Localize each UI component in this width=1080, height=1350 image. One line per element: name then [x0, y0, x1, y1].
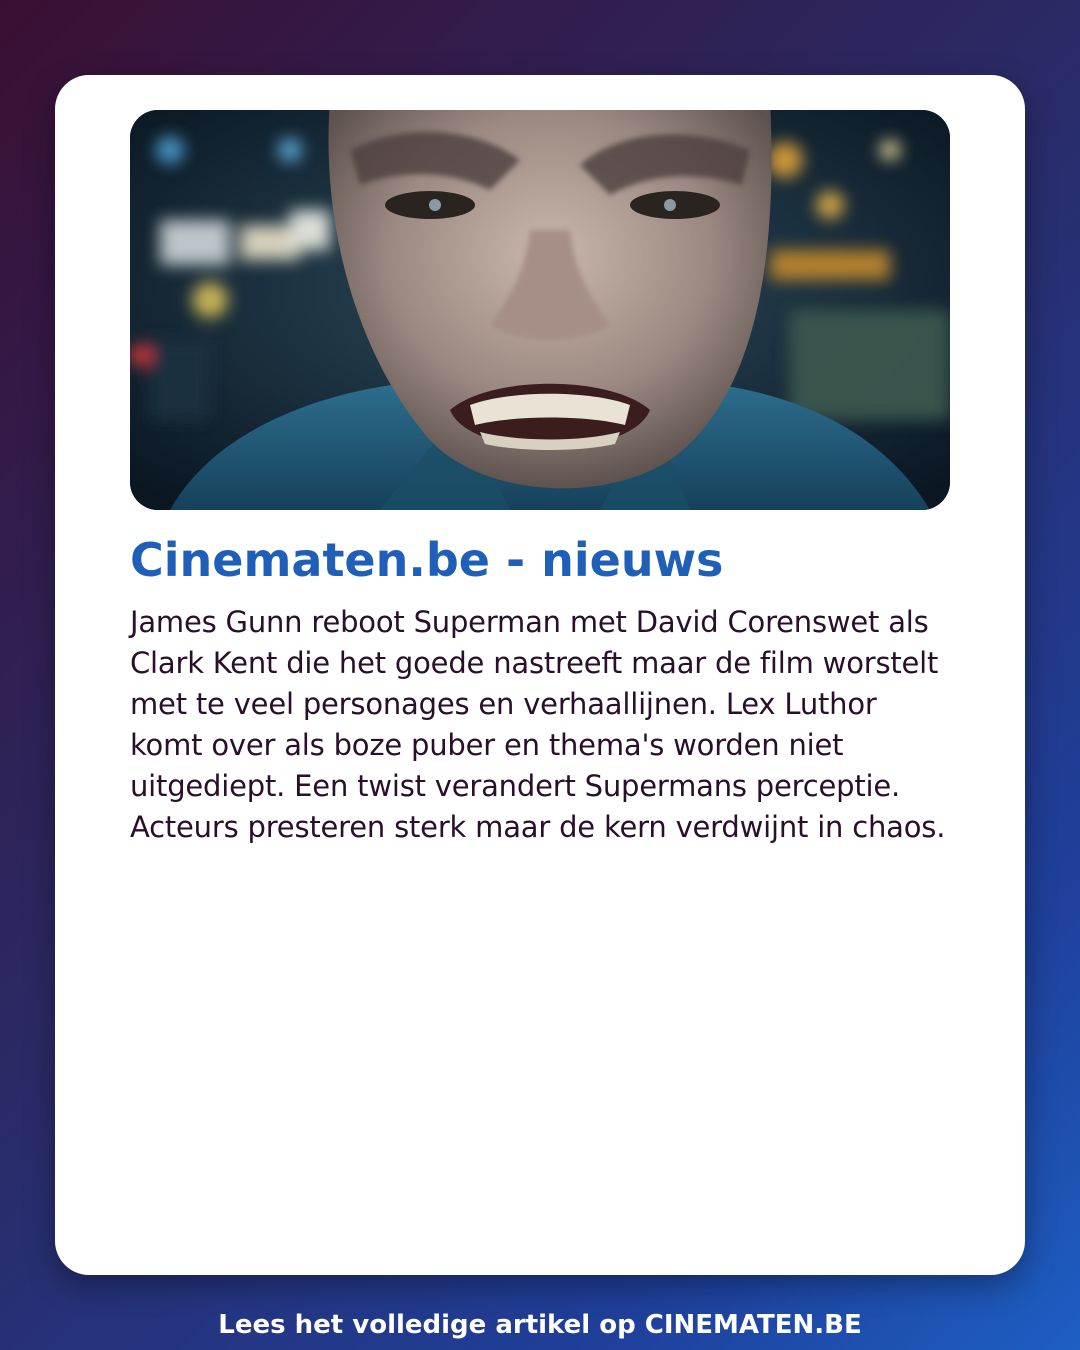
- article-card[interactable]: Cinematen.be - nieuws James Gunn reboot …: [55, 75, 1025, 1275]
- read-more-link[interactable]: Lees het volledige artikel op CINEMATEN.…: [0, 1305, 1080, 1345]
- article-image[interactable]: [130, 110, 950, 510]
- article-title[interactable]: Cinematen.be - nieuws: [130, 530, 950, 590]
- article-summary: James Gunn reboot Superman met David Cor…: [130, 605, 946, 844]
- film-still-illustration: [130, 110, 950, 510]
